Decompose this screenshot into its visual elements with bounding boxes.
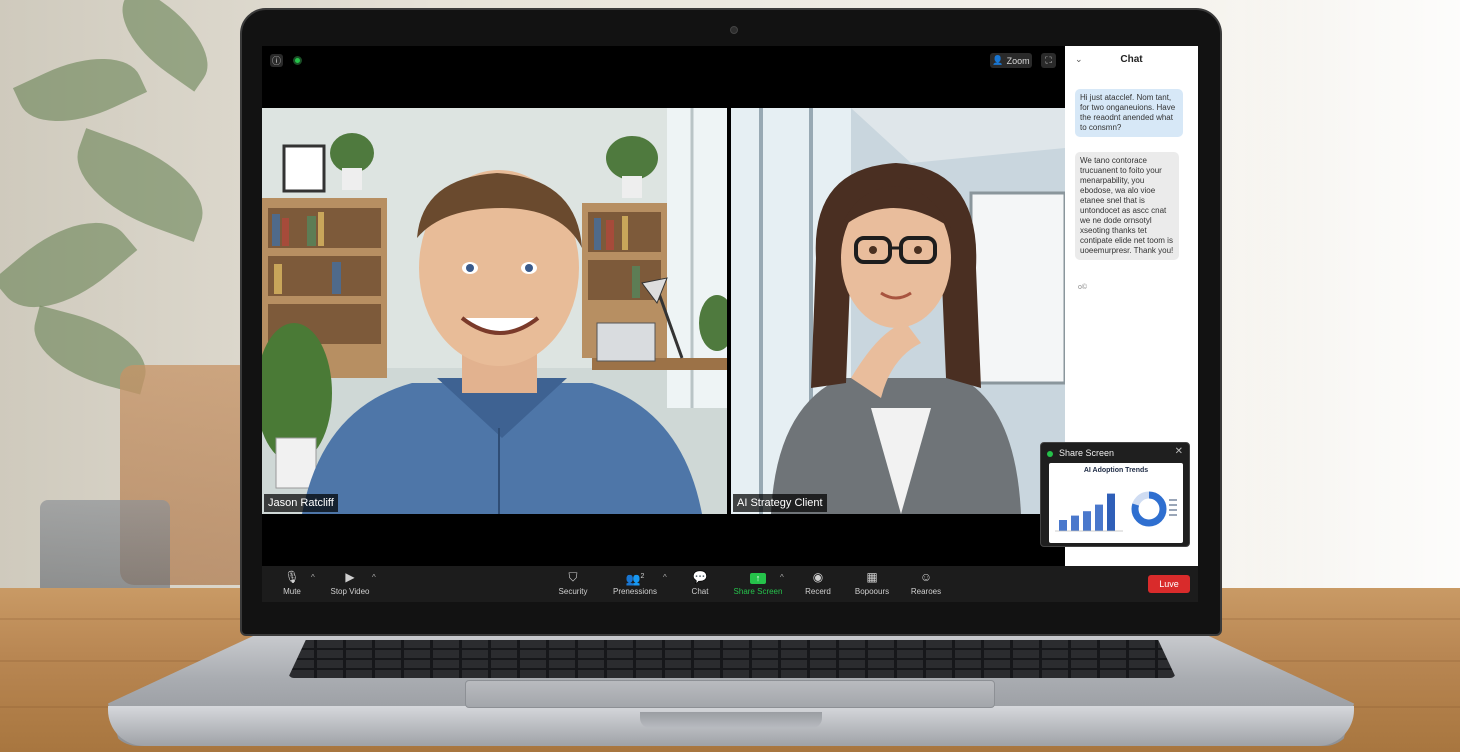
close-icon[interactable]: ✕ (1175, 446, 1183, 457)
chevron-up-icon[interactable]: ^ (311, 573, 315, 582)
chat-message: Hi just atacclef. Nom tant, for two onga… (1075, 89, 1183, 137)
background-window-light (1220, 0, 1460, 590)
chat-message-meta: o© (1078, 284, 1088, 291)
share-status-icon (1047, 451, 1053, 457)
participant-name-label: Jason Ratcliff (264, 494, 338, 512)
shared-chart-bar (1107, 493, 1115, 531)
participant-count: 2 (640, 573, 645, 580)
zoom-view-label: Zoom (1006, 55, 1030, 66)
fullscreen-icon[interactable]: ⛶ (1041, 53, 1056, 68)
participants-icon: 👥2 (625, 572, 645, 586)
shared-chart-bar (1059, 520, 1067, 531)
record-button[interactable]: ◉ Recerd (788, 569, 848, 596)
mute-label: Mute (283, 587, 301, 596)
participant-video-jason (262, 108, 727, 514)
shared-chart-legend-item (1169, 514, 1177, 516)
breakout-rooms-button[interactable]: ▦ Bopoours (842, 569, 902, 596)
shield-icon: ⛉ (568, 570, 578, 584)
webcam (730, 26, 738, 34)
security-button[interactable]: ⛉ Security (543, 569, 603, 596)
share-screen-button[interactable]: ↑ Share Screen (728, 569, 788, 596)
record-label: Recerd (805, 587, 831, 596)
video-tile-client[interactable]: AI Strategy Client (731, 108, 1065, 514)
chat-bubble-icon: 💬 (692, 570, 708, 584)
chevron-up-icon[interactable]: ^ (780, 573, 784, 582)
smiley-icon: ☺ (919, 570, 933, 584)
chat-panel-title: Chat (1120, 54, 1143, 65)
laptop-keyboard (288, 640, 1176, 678)
participant-name-label: AI Strategy Client (733, 494, 827, 512)
shared-content-preview: AI Adoption Trends (1049, 463, 1183, 543)
meeting-toolbar: 🎙 Mute ^ ▶ Stop Video ^ ⛉ Security 👥2 Pr… (262, 566, 1198, 602)
user-icon: 👤 (992, 55, 1004, 65)
grid-icon: ▦ (866, 570, 878, 584)
shared-chart-bar (1095, 504, 1103, 531)
leave-button[interactable]: Luve (1148, 575, 1190, 593)
video-tile-jason[interactable]: Jason Ratcliff (262, 108, 727, 514)
reactions-button[interactable]: ☺ Rearoes (896, 569, 956, 596)
shared-chart (1055, 491, 1177, 532)
laptop-notch (640, 712, 822, 728)
plant-pot (40, 500, 170, 595)
shared-chart-legend-item (1169, 504, 1177, 506)
laptop-trackpad (465, 680, 995, 708)
chevron-up-icon[interactable]: ^ (663, 573, 667, 582)
participant-video-client (731, 108, 1065, 514)
info-icon[interactable]: ⓘ (270, 54, 283, 67)
share-screen-popup[interactable]: Share Screen ✕ AI Adoption Trends (1040, 442, 1190, 547)
chat-button[interactable]: 💬 Chat (670, 569, 730, 596)
shared-chart-legend-item (1169, 499, 1177, 501)
security-label: Security (558, 587, 588, 596)
shared-chart-title: AI Adoption Trends (1083, 467, 1149, 474)
stop-video-button[interactable]: ▶ Stop Video (320, 569, 380, 596)
shared-chart-bar (1071, 515, 1079, 531)
zoom-meeting-screen: ⓘ 👤 Zoom ⛶ Jason Ratcliff AI Strategy Cl… (262, 46, 1198, 602)
reactions-label: Rearoes (910, 587, 942, 596)
share-screen-label: Share Screen (733, 587, 783, 596)
breakout-rooms-label: Bopoours (854, 587, 890, 596)
stop-video-label: Stop Video (330, 587, 370, 596)
participants-button[interactable]: 👥2 Prenessions (605, 569, 665, 596)
share-screen-icon: ↑ (728, 569, 788, 585)
chevron-up-icon[interactable]: ^ (372, 573, 376, 582)
record-icon: ◉ (812, 570, 824, 584)
participants-label: Prenessions (612, 587, 658, 596)
share-popup-title: Share Screen (1059, 448, 1115, 458)
chat-message: We tano contorace trucuanent to foito yo… (1075, 152, 1179, 260)
chat-label: Chat (691, 587, 709, 596)
shared-chart-legend-item (1169, 509, 1177, 511)
security-status-icon (293, 56, 302, 65)
video-camera-icon: ▶ (345, 570, 355, 584)
zoom-view-button[interactable]: 👤 Zoom (990, 53, 1032, 68)
shared-chart-bar (1083, 511, 1091, 531)
